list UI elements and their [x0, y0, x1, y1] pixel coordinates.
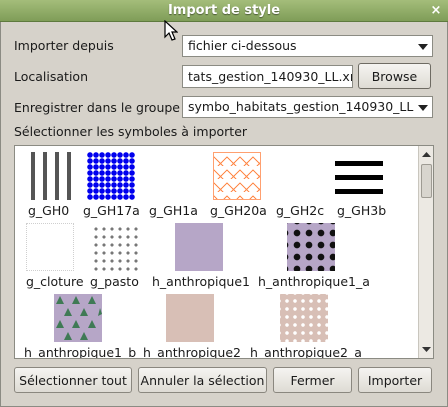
- save-group-label: Enregistrer dans le groupe: [14, 100, 180, 115]
- scroll-down-icon[interactable]: [420, 343, 433, 356]
- save-group-value: symbo_habitats_gestion_140930_LL: [188, 99, 414, 114]
- save-group-select[interactable]: symbo_habitats_gestion_140930_LL: [182, 96, 433, 118]
- close-button[interactable]: Fermer: [273, 367, 352, 393]
- symbol-label: g_GH3b: [337, 203, 387, 218]
- close-window-button[interactable]: ×: [428, 3, 444, 19]
- deselect-all-button[interactable]: Annuler la sélection: [138, 367, 267, 393]
- import-from-label: Importer depuis: [14, 38, 114, 53]
- symbol-preview-g-gh0[interactable]: [26, 152, 74, 200]
- symbol-preview-g-cloture[interactable]: [26, 223, 74, 271]
- chevron-down-icon: [418, 105, 428, 111]
- symbol-label: g_GH17a: [83, 203, 140, 218]
- symbol-list[interactable]: g_GH0 g_GH17a g_GH1a g_GH20a g_GH2c g_GH…: [14, 145, 434, 359]
- symbol-preview-h-anthropique2[interactable]: [166, 294, 214, 342]
- browse-button[interactable]: Browse: [358, 63, 431, 89]
- symbol-label: g_cloture: [26, 274, 84, 289]
- select-all-button[interactable]: Sélectionner tout: [14, 367, 132, 393]
- symbol-preview-h-anthropique1[interactable]: [175, 223, 223, 271]
- symbol-label: g_GH0: [28, 203, 70, 218]
- select-symbols-label: Sélectionner les symboles à importer: [14, 124, 248, 139]
- symbol-preview-h-anthropique2-a[interactable]: [280, 294, 328, 342]
- import-from-select[interactable]: fichier ci-dessous: [182, 35, 433, 57]
- symbol-preview-g-gh1a[interactable]: [150, 152, 198, 200]
- symbol-preview-g-pasto[interactable]: [90, 223, 138, 271]
- symbol-preview-g-gh17a[interactable]: [87, 152, 135, 200]
- symbol-label: g_pasto: [90, 274, 139, 289]
- scroll-up-icon[interactable]: [420, 148, 433, 161]
- symbol-label: g_GH1a: [149, 203, 198, 218]
- symbol-preview-h-anthropique1-b[interactable]: [54, 294, 102, 342]
- symbol-label: g_GH20a: [210, 203, 267, 218]
- window-title: Import de style: [167, 3, 281, 18]
- symbol-label: h_anthropique2_a: [250, 345, 362, 359]
- symbol-label: h_anthropique1_b: [24, 345, 137, 359]
- location-input[interactable]: tats_gestion_140930_LL.xml: [182, 65, 353, 88]
- symbol-label: h_anthropique1: [152, 274, 250, 289]
- chevron-down-icon: [418, 44, 428, 50]
- import-button[interactable]: Importer: [358, 367, 432, 393]
- title-bar[interactable]: Import de style ×: [0, 0, 448, 22]
- import-from-value: fichier ci-dessous: [188, 38, 297, 53]
- symbol-label: h_anthropique2: [143, 345, 241, 359]
- symbol-label: g_GH2c: [276, 203, 325, 218]
- symbol-preview-h-anthropique1-a[interactable]: [287, 223, 335, 271]
- symbol-preview-g-gh2c[interactable]: [276, 152, 324, 200]
- scrollbar-thumb[interactable]: [421, 164, 432, 198]
- symbol-label: h_anthropique1_a: [258, 274, 370, 289]
- symbol-preview-g-gh20a[interactable]: [213, 152, 261, 200]
- symbol-preview-g-gh3b[interactable]: [335, 152, 383, 200]
- mouse-cursor-icon: [164, 20, 178, 41]
- location-label: Localisation: [14, 69, 88, 84]
- vertical-scrollbar[interactable]: [418, 146, 433, 358]
